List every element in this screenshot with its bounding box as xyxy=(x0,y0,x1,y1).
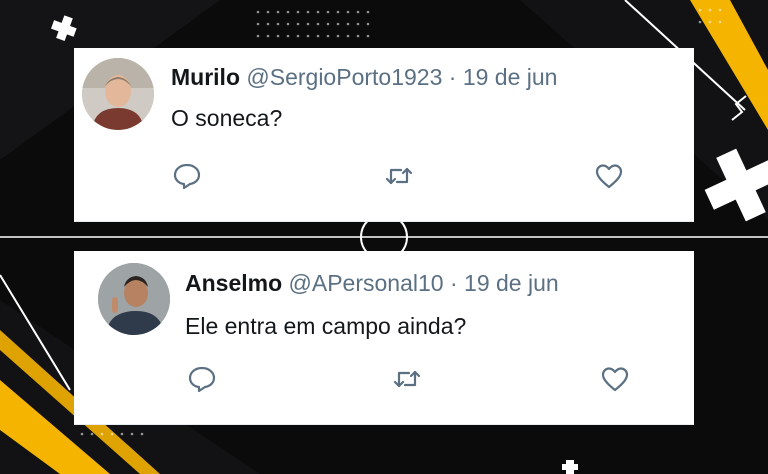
tweet-card[interactable]: Anselmo @APersonal10 · 19 de jun Ele ent… xyxy=(74,251,694,425)
tweet-header: Anselmo @APersonal10 · 19 de jun xyxy=(185,270,559,297)
avatar-photo xyxy=(98,263,170,335)
separator-dot: · xyxy=(449,270,458,296)
author-name[interactable]: Murilo xyxy=(171,64,240,90)
reply-icon xyxy=(173,163,201,190)
retweet-icon xyxy=(393,370,421,388)
avatar[interactable] xyxy=(82,58,154,130)
tweet-text: O soneca? xyxy=(171,105,283,131)
reply-button[interactable] xyxy=(172,161,202,191)
tweet-date[interactable]: 19 de jun xyxy=(464,270,559,296)
reply-button[interactable] xyxy=(187,364,217,394)
avatar[interactable] xyxy=(98,263,170,335)
like-button[interactable] xyxy=(594,161,624,191)
heart-icon xyxy=(595,164,623,189)
retweet-button[interactable] xyxy=(392,364,422,394)
author-handle[interactable]: @SergioPorto1923 xyxy=(246,64,442,90)
author-name[interactable]: Anselmo xyxy=(185,270,282,296)
separator-dot: · xyxy=(448,64,457,90)
retweet-icon xyxy=(385,167,413,185)
heart-icon xyxy=(601,367,629,392)
author-handle[interactable]: @APersonal10 xyxy=(289,270,444,296)
tweet-text: Ele entra em campo ainda? xyxy=(185,313,467,339)
tweet-header: Murilo @SergioPorto1923 · 19 de jun xyxy=(171,64,557,91)
tweet-date[interactable]: 19 de jun xyxy=(463,64,558,90)
like-button[interactable] xyxy=(600,364,630,394)
retweet-button[interactable] xyxy=(384,161,414,191)
avatar-photo xyxy=(82,58,154,130)
tweet-card[interactable]: Murilo @SergioPorto1923 · 19 de jun O so… xyxy=(74,48,694,222)
reply-icon xyxy=(188,366,216,393)
